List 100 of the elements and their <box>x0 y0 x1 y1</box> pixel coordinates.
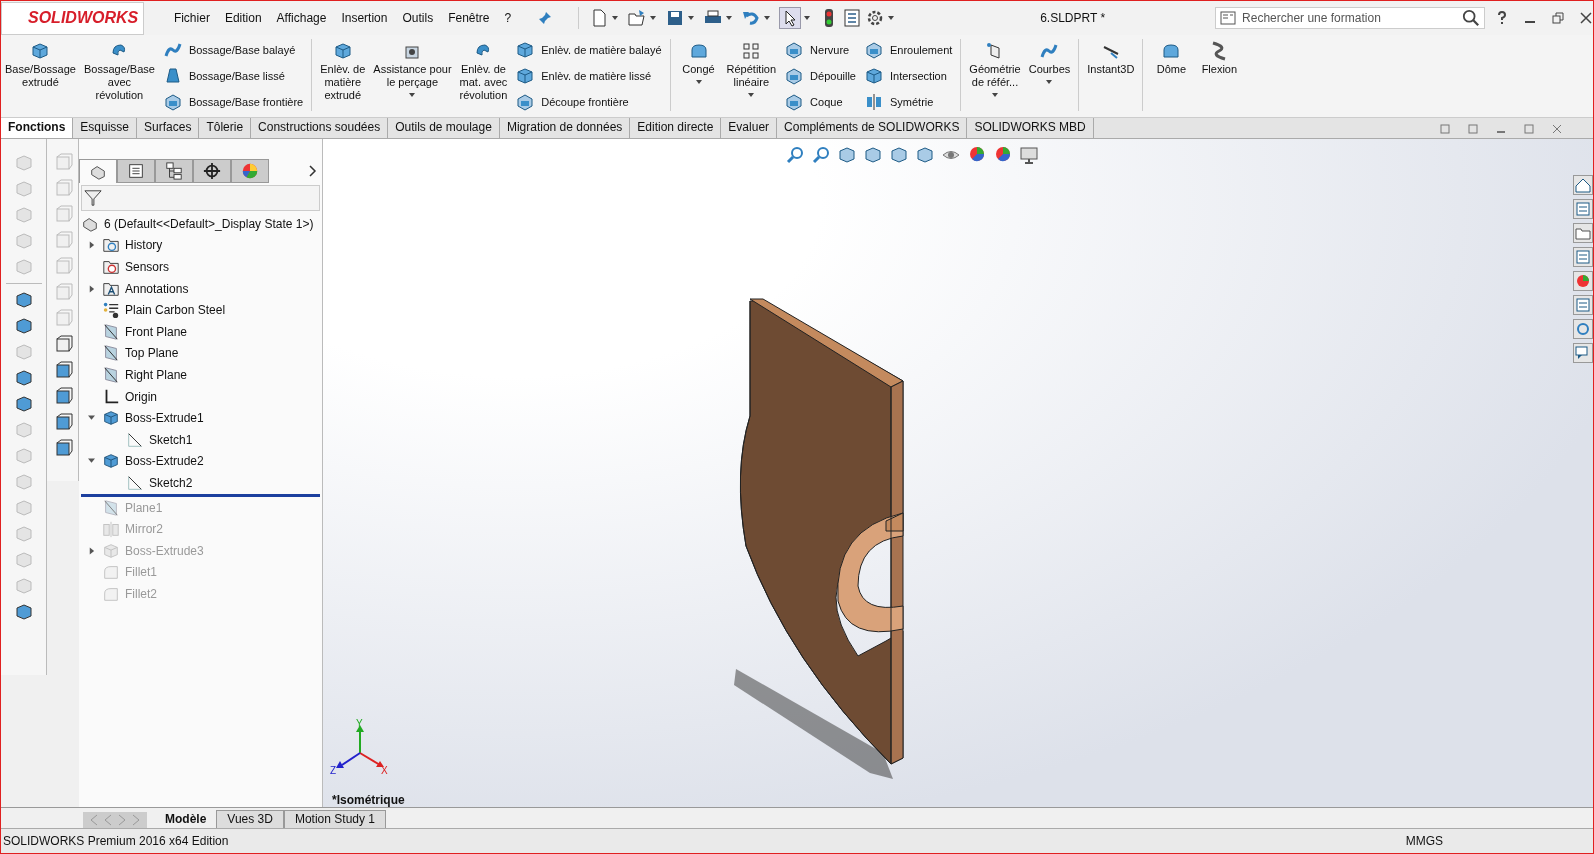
filter-field[interactable] <box>81 185 320 211</box>
caret-icon[interactable] <box>764 16 771 20</box>
ribbon-button[interactable]: Enlèv. de matière extrudé <box>316 39 370 104</box>
caret-icon[interactable] <box>650 16 657 20</box>
caret-icon[interactable] <box>688 16 695 20</box>
menu-item[interactable]: Fenêtre <box>448 11 490 25</box>
app-logo[interactable]: SOLIDWORKS <box>1 1 144 35</box>
tile-icon[interactable] <box>1439 123 1451 135</box>
tool-icon[interactable] <box>13 316 34 336</box>
tree-item[interactable]: Sketch1 <box>79 428 322 451</box>
tree-item[interactable]: Boss-Extrude1 <box>79 407 322 429</box>
caret-icon[interactable] <box>992 93 998 97</box>
menu-item[interactable]: Fichier <box>173 11 210 25</box>
part-model-drawing[interactable] <box>739 298 904 765</box>
view-cube-icon[interactable] <box>889 145 909 165</box>
ribbon-button[interactable]: Bossage/Base frontière <box>162 91 304 113</box>
ribbon-button[interactable]: Intersection <box>863 65 953 87</box>
ribbon-button[interactable]: Découpe frontière <box>515 91 662 113</box>
ribbon-button[interactable]: Enroulement <box>863 39 953 61</box>
pin-icon[interactable] <box>538 11 553 25</box>
rollback-bar[interactable] <box>81 493 320 497</box>
model-tab[interactable]: Vues 3D <box>216 810 284 828</box>
ribbon-button[interactable]: Courbes <box>1024 39 1075 86</box>
caret-icon[interactable] <box>1046 80 1053 84</box>
tree-item[interactable]: Plain Carbon Steel <box>79 299 322 321</box>
view-cube-icon[interactable] <box>915 145 935 165</box>
ribbon-button[interactable]: Symétrie <box>863 91 953 113</box>
tree-item[interactable]: Right Plane <box>79 364 322 386</box>
ribbon-button[interactable]: Dôme <box>1147 39 1196 78</box>
menu-item[interactable]: Affichage <box>276 11 327 25</box>
view-cube-icon[interactable] <box>837 145 857 165</box>
ribbon-button[interactable]: Nervure <box>784 39 856 61</box>
collapse-arrow-icon[interactable] <box>87 414 95 423</box>
expand-arrow-icon[interactable] <box>87 546 95 555</box>
tool-icon[interactable] <box>13 394 34 414</box>
help-icon[interactable] <box>1495 11 1509 25</box>
restore-icon[interactable] <box>1551 11 1565 25</box>
chat-icon[interactable] <box>1573 343 1593 363</box>
tool-icon[interactable] <box>13 290 34 310</box>
ribbon-button[interactable]: Géométrie de référ... <box>965 39 1025 99</box>
ribbon-button[interactable]: Bossage/Base balayé <box>162 39 304 61</box>
command-tab[interactable]: Fonctions <box>1 118 74 138</box>
search-icon[interactable] <box>1462 9 1480 27</box>
ribbon-button[interactable]: Assistance pour le perçage <box>369 39 456 99</box>
monitor-icon[interactable] <box>1019 145 1039 165</box>
ribbon-button[interactable]: Enlèv. de matière lissé <box>515 65 662 87</box>
magnifier-icon[interactable] <box>811 145 831 165</box>
view-cube-icon[interactable] <box>863 145 883 165</box>
tree-item[interactable]: Front Plane <box>79 320 322 343</box>
ribbon-button[interactable]: Bossage/Base lissé <box>162 65 304 87</box>
refresh-icon[interactable] <box>1573 319 1593 339</box>
folder-icon[interactable] <box>627 8 648 28</box>
list-icon[interactable] <box>1573 295 1593 315</box>
tool-icon[interactable] <box>13 602 34 622</box>
ribbon-button[interactable]: Bossage/Base avec révolution <box>79 39 159 104</box>
home-icon[interactable] <box>1573 175 1593 195</box>
magnifier-icon[interactable] <box>785 145 805 165</box>
close-icon[interactable] <box>1579 11 1593 25</box>
caret-icon[interactable] <box>695 80 702 84</box>
expand-arrow-icon[interactable] <box>87 241 95 250</box>
caret-icon[interactable] <box>612 16 619 20</box>
expand-arrow-icon[interactable] <box>87 284 95 293</box>
panel-tab[interactable] <box>117 159 155 183</box>
tree-item[interactable]: Boss-Extrude2 <box>79 450 322 473</box>
tree-item[interactable]: Annotations <box>79 277 322 300</box>
tree-item[interactable]: Top Plane <box>79 342 322 365</box>
ribbon-button[interactable]: Flexion <box>1195 39 1244 78</box>
caret-icon[interactable] <box>748 93 755 97</box>
ribbon-button[interactable]: Congé <box>674 39 723 86</box>
folder-icon[interactable] <box>1573 223 1593 243</box>
list-icon[interactable] <box>842 8 863 28</box>
menu-item[interactable]: ? <box>504 11 512 25</box>
caret-icon[interactable] <box>804 16 811 20</box>
tree-item[interactable]: Sketch2 <box>79 472 322 494</box>
tree-item[interactable]: 6 (Default<<Default>_Display State 1>) <box>79 213 322 235</box>
panel-tab[interactable] <box>79 159 117 183</box>
caret-icon[interactable] <box>726 16 733 20</box>
units-indicator[interactable]: MMGS <box>1405 834 1443 848</box>
caret-icon[interactable] <box>888 16 895 20</box>
tile-icon[interactable] <box>1467 123 1479 135</box>
collapse-arrow-icon[interactable] <box>87 457 95 466</box>
tree-item[interactable]: Sensors <box>79 256 322 278</box>
pointer-icon[interactable] <box>779 7 802 29</box>
menu-item[interactable]: Insertion <box>341 11 388 25</box>
panel-tab[interactable] <box>155 159 193 183</box>
model-tab[interactable]: Motion Study 1 <box>283 810 386 828</box>
tree-item[interactable]: History <box>79 234 322 257</box>
ribbon-button[interactable]: Instant3D <box>1083 39 1139 78</box>
ribbon-button[interactable]: Enlèv. de mat. avec révolution <box>455 39 512 104</box>
ribbon-button[interactable]: Répétition linéaire <box>722 39 781 99</box>
search-field[interactable]: Rechercher une formation <box>1215 7 1485 29</box>
panel-tab[interactable] <box>193 159 231 183</box>
ribbon-button[interactable]: Base/Bossage extrudé <box>1 39 80 91</box>
chevron-icon[interactable] <box>309 165 317 177</box>
tool-icon[interactable] <box>13 368 34 388</box>
menu-item[interactable]: Edition <box>224 11 262 25</box>
ribbon-button[interactable]: Dépouille <box>784 65 856 87</box>
color-wheel-icon[interactable] <box>1573 271 1593 291</box>
ribbon-button[interactable]: Coque <box>784 91 856 113</box>
list-icon[interactable] <box>1573 247 1593 267</box>
